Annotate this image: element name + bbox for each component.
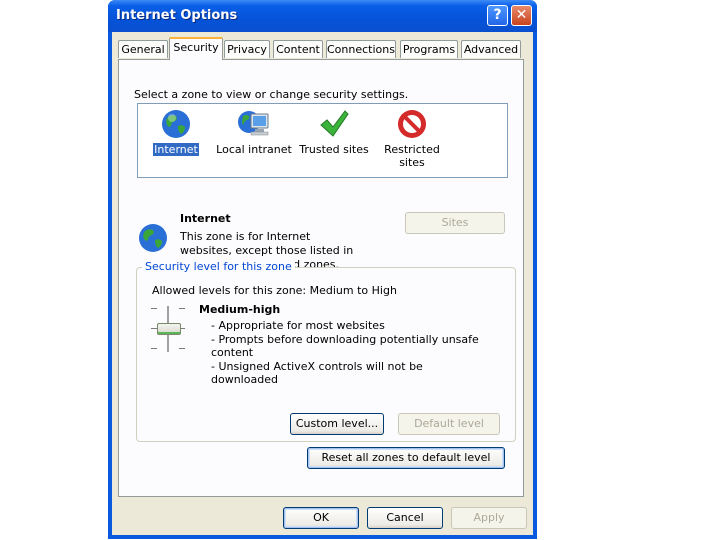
help-button[interactable]: ? bbox=[487, 5, 508, 26]
title-bar[interactable]: Internet Options ? ✕ bbox=[108, 0, 537, 32]
tab-programs[interactable]: Programs bbox=[400, 40, 458, 58]
zone-list: Internet Local intranet Trusted sites Re… bbox=[137, 103, 508, 178]
cancel-button[interactable]: Cancel bbox=[367, 507, 443, 529]
apply-button[interactable]: Apply bbox=[451, 507, 527, 529]
security-tab-panel: Select a zone to view or change security… bbox=[118, 59, 524, 497]
level-description: - Appropriate for most websites - Prompt… bbox=[211, 319, 481, 387]
security-level-group-label: Security level for this zone bbox=[142, 260, 295, 273]
window-title: Internet Options bbox=[116, 8, 238, 23]
zone-instruction: Select a zone to view or change security… bbox=[134, 88, 409, 101]
tab-privacy[interactable]: Privacy bbox=[224, 40, 270, 58]
internet-options-window: Internet Options ? ✕ General Security Pr… bbox=[108, 0, 537, 539]
level-bullet: - Prompts before downloading potentially… bbox=[211, 332, 479, 360]
custom-level-button[interactable]: Custom level... bbox=[290, 413, 384, 435]
zone-internet-label: Internet bbox=[153, 143, 199, 156]
reset-all-zones-button[interactable]: Reset all zones to default level bbox=[307, 447, 505, 469]
zone-title: Internet bbox=[180, 212, 231, 225]
security-level-slider[interactable] bbox=[151, 306, 185, 352]
tab-security[interactable]: Security bbox=[169, 37, 223, 60]
zone-trusted-sites-label: Trusted sites bbox=[299, 143, 369, 156]
tab-general[interactable]: General bbox=[118, 40, 168, 58]
computer-globe-icon bbox=[238, 111, 269, 136]
slider-tick bbox=[151, 348, 157, 349]
allowed-levels-text: Allowed levels for this zone: Medium to … bbox=[152, 284, 397, 297]
zone-trusted-sites[interactable]: Trusted sites bbox=[290, 108, 378, 156]
zone-restricted-sites[interactable]: Restricted sites bbox=[368, 108, 456, 169]
tab-connections[interactable]: Connections bbox=[326, 40, 396, 58]
no-entry-icon bbox=[398, 110, 426, 138]
slider-tick bbox=[179, 348, 185, 349]
tab-content[interactable]: Content bbox=[273, 40, 323, 58]
zone-internet[interactable]: Internet bbox=[132, 108, 220, 156]
globe-icon bbox=[162, 110, 190, 138]
slider-tick bbox=[151, 308, 157, 309]
close-button[interactable]: ✕ bbox=[511, 5, 532, 26]
selected-zone-globe-icon bbox=[139, 224, 167, 252]
tab-advanced[interactable]: Advanced bbox=[461, 40, 521, 58]
level-name: Medium-high bbox=[199, 303, 281, 316]
dialog-client-area: General Security Privacy Content Connect… bbox=[112, 32, 533, 535]
zone-restricted-sites-label: Restricted sites bbox=[384, 143, 440, 169]
zone-local-intranet-label: Local intranet bbox=[216, 143, 292, 156]
slider-thumb[interactable] bbox=[157, 323, 181, 335]
slider-tick bbox=[179, 308, 185, 309]
sites-button[interactable]: Sites bbox=[405, 212, 505, 234]
zone-local-intranet[interactable]: Local intranet bbox=[210, 108, 298, 156]
default-level-button[interactable]: Default level bbox=[398, 413, 500, 435]
level-bullet: - Appropriate for most websites bbox=[211, 319, 385, 332]
level-bullet: - Unsigned ActiveX controls will not be … bbox=[211, 359, 423, 387]
checkmark-icon bbox=[320, 110, 349, 137]
ok-button[interactable]: OK bbox=[283, 507, 359, 529]
